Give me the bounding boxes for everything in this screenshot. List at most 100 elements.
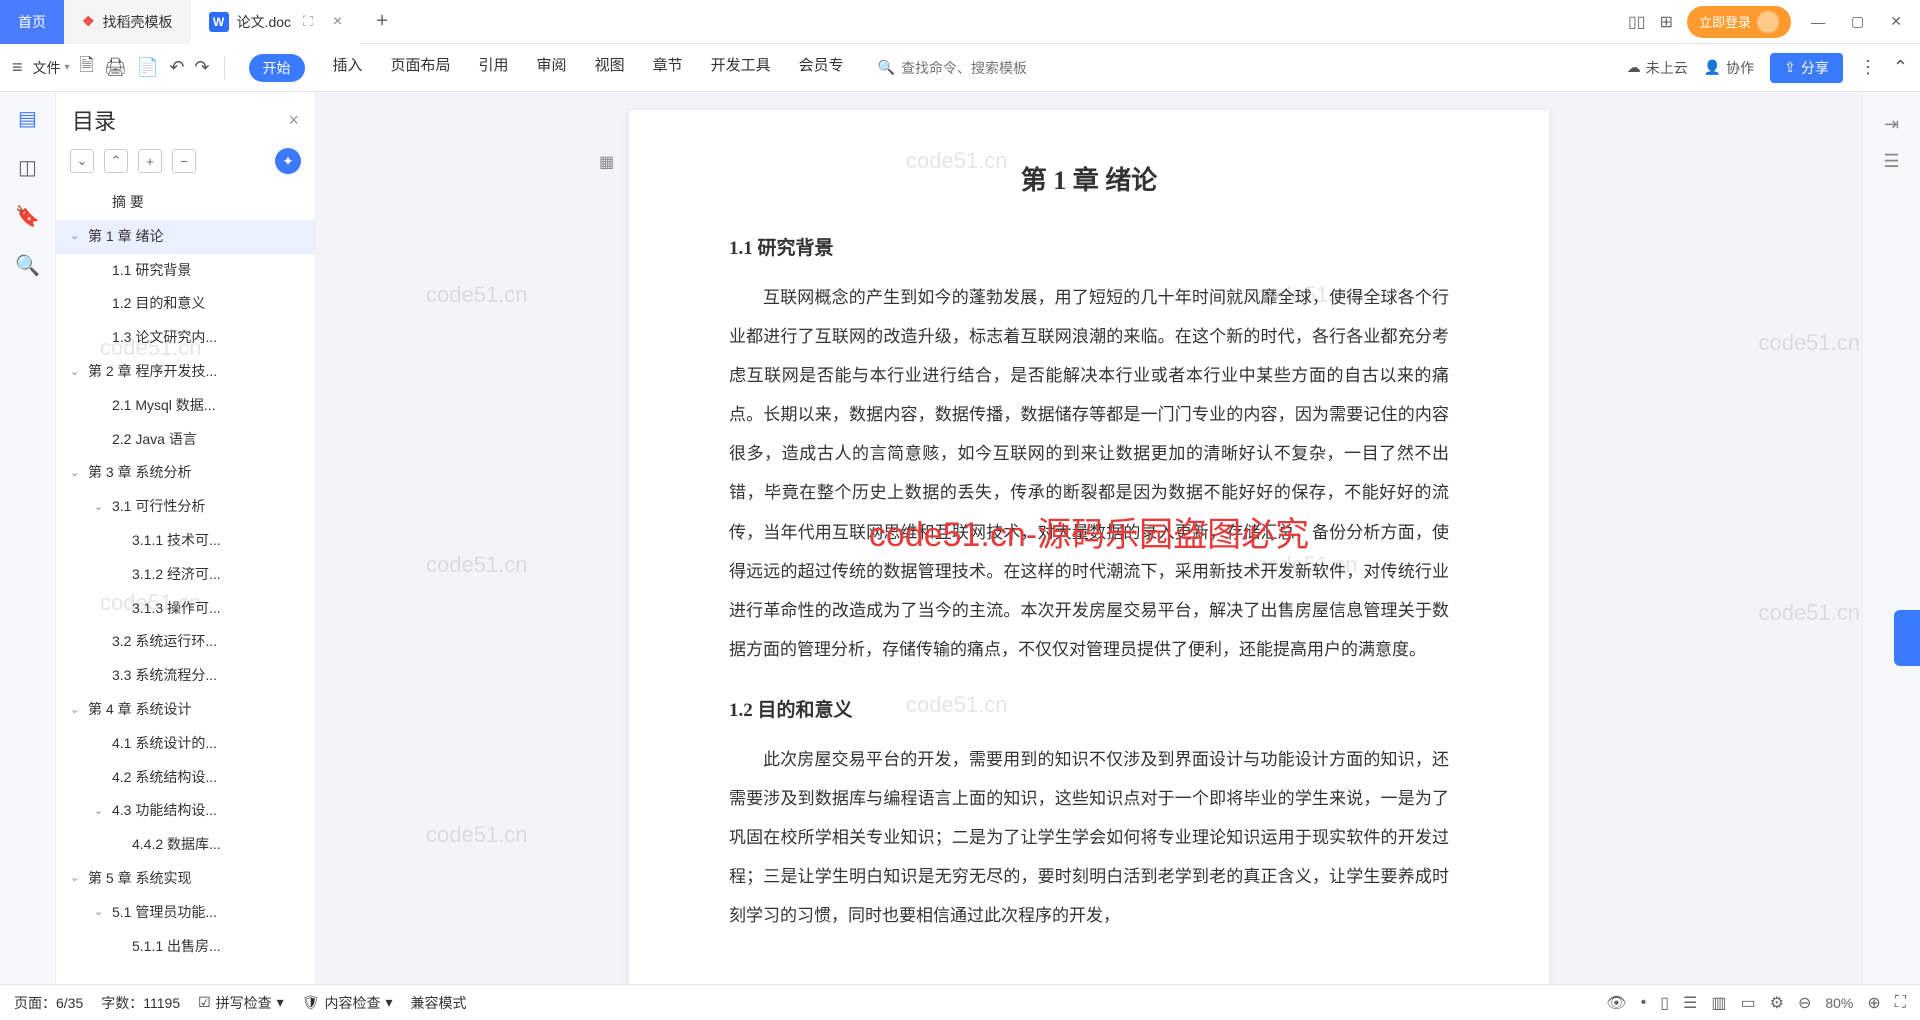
ribbon-tab-review[interactable]: 审阅	[537, 54, 567, 82]
collab-button[interactable]: 👤协作	[1704, 58, 1754, 78]
document-area[interactable]: ▦ 第 1 章 绪论 1.1 研究背景 互联网概念的产生到如今的蓬勃发展，用了短…	[316, 92, 1862, 984]
bookmark-icon[interactable]: 🔖	[15, 204, 40, 229]
outline-item[interactable]: 1.1 研究背景	[56, 254, 315, 288]
more-icon[interactable]: ⋮	[1859, 57, 1877, 78]
eye-icon[interactable]: 👁	[1606, 993, 1626, 1013]
login-label: 立即登录	[1699, 12, 1751, 31]
spellcheck-toggle[interactable]: ☑拼写检查 ▾	[198, 993, 284, 1013]
outline-item[interactable]: 4.4.2 数据库...	[56, 828, 315, 862]
page-indicator[interactable]: 页面：6/35	[14, 993, 83, 1013]
outline-item[interactable]: 1.3 论文研究内...	[56, 321, 315, 355]
save-icon[interactable]: 🗎	[80, 53, 94, 83]
share-button[interactable]: ⇪分享	[1770, 53, 1843, 83]
person-icon: 👤	[1704, 59, 1721, 76]
list-icon[interactable]: ☰	[1875, 143, 1907, 180]
heading-2: 1.2 目的和意义	[729, 695, 1449, 722]
search-input[interactable]	[901, 60, 1101, 76]
collapse-icon[interactable]: ⌃	[1893, 57, 1908, 78]
ribbon-tab-view[interactable]: 视图	[595, 54, 625, 82]
outline-icon[interactable]: ▤	[18, 106, 37, 131]
outline-item[interactable]: ⌄第 3 章 系统分析	[56, 456, 315, 490]
ai-icon[interactable]: ✦	[275, 148, 301, 174]
hamburger-icon[interactable]: ≡	[12, 57, 23, 78]
apps-icon[interactable]: ⊞	[1660, 12, 1673, 32]
feedback-tab[interactable]	[1894, 610, 1920, 666]
preview-icon[interactable]: 📄	[137, 57, 159, 78]
reader-icon[interactable]: ▯▯	[1628, 12, 1646, 32]
outline-item[interactable]: ⌄第 2 章 程序开发技...	[56, 355, 315, 389]
outline-item[interactable]: 2.2 Java 语言	[56, 423, 315, 457]
close-icon[interactable]: ×	[288, 110, 299, 131]
command-search[interactable]: 🔍	[878, 59, 1617, 76]
expand-all-icon[interactable]: ⌃	[104, 149, 128, 173]
page-view-icon[interactable]: ▯	[1660, 993, 1669, 1013]
presentation-icon[interactable]: ⛶	[303, 13, 313, 30]
file-menu[interactable]: 文件 ▾	[33, 58, 70, 78]
ribbon-tab-insert[interactable]: 插入	[333, 54, 363, 82]
outline-item[interactable]: ⌄4.3 功能结构设...	[56, 794, 315, 828]
outline-item[interactable]: 3.1.2 经济可...	[56, 558, 315, 592]
outline-item[interactable]: ⌄5.1 管理员功能...	[56, 896, 315, 930]
outline-item[interactable]: 4.1 系统设计的...	[56, 727, 315, 761]
outline-item[interactable]: 1.2 目的和意义	[56, 287, 315, 321]
check-icon: ☑	[198, 994, 211, 1011]
word-count[interactable]: 字数：11195	[101, 993, 180, 1013]
close-icon[interactable]: ×	[333, 13, 342, 31]
compat-mode[interactable]: 兼容模式	[411, 993, 467, 1013]
ribbon-tab-layout[interactable]: 页面布局	[391, 54, 451, 82]
ribbon-tab-ref[interactable]: 引用	[479, 54, 509, 82]
cloud-status[interactable]: ☁未上云	[1627, 58, 1688, 78]
collapse-all-icon[interactable]: ⌄	[70, 149, 94, 173]
dot-icon[interactable]: •	[1641, 994, 1647, 1012]
remove-icon[interactable]: −	[172, 149, 196, 173]
zoom-out-button[interactable]: ⊖	[1798, 993, 1811, 1013]
outline-view-icon[interactable]: ☰	[1683, 993, 1697, 1013]
redo-icon[interactable]: ↷	[194, 57, 209, 78]
print-icon[interactable]: 🖨	[104, 57, 127, 78]
ribbon-tab-dev[interactable]: 开发工具	[711, 54, 771, 82]
page-settings-icon[interactable]: ▦	[599, 152, 614, 172]
outline-title: 目录	[72, 104, 116, 136]
outline-item[interactable]: ⌄第 4 章 系统设计	[56, 693, 315, 727]
outline-item[interactable]: ⌄3.1 可行性分析	[56, 490, 315, 524]
outline-item[interactable]: 4.2 系统结构设...	[56, 761, 315, 795]
new-tab-button[interactable]: +	[360, 0, 404, 44]
outline-item[interactable]: 3.3 系统流程分...	[56, 659, 315, 693]
read-view-icon[interactable]: ▭	[1740, 993, 1755, 1013]
login-button[interactable]: 立即登录	[1687, 6, 1791, 38]
toggle-panel-icon[interactable]: ⇥	[1876, 106, 1907, 143]
outline-item[interactable]: 5.1.1 出售房...	[56, 930, 315, 964]
maximize-button[interactable]: ▢	[1845, 13, 1870, 30]
content-check[interactable]: 🛡内容检查 ▾	[302, 993, 393, 1013]
undo-icon[interactable]: ↶	[169, 57, 184, 78]
right-rail: ⇥ ☰	[1862, 92, 1920, 984]
outline-item[interactable]: 3.1.3 操作可...	[56, 592, 315, 626]
web-view-icon[interactable]: ▥	[1711, 993, 1726, 1013]
search-icon: 🔍	[878, 59, 895, 76]
outline-item[interactable]: 3.1.1 技术可...	[56, 524, 315, 558]
close-button[interactable]: ✕	[1884, 13, 1908, 30]
cloud-icon: ☁	[1627, 59, 1641, 76]
ribbon-tab-chapter[interactable]: 章节	[653, 54, 683, 82]
find-icon[interactable]: 🔍	[15, 253, 40, 278]
shield-icon: 🛡	[302, 994, 320, 1011]
titlebar: 首页 ❖ 找稻壳模板 W 论文.doc ⛶ × + ▯▯ ⊞ 立即登录 — ▢ …	[0, 0, 1920, 44]
tab-document[interactable]: W 论文.doc ⛶ ×	[191, 0, 361, 44]
zoom-level[interactable]: 80%	[1825, 995, 1853, 1011]
box-icon[interactable]: ◫	[18, 155, 37, 180]
zoom-in-button[interactable]: ⊕	[1867, 993, 1880, 1013]
outline-item[interactable]: ⌄第 5 章 系统实现	[56, 862, 315, 896]
minimize-button[interactable]: —	[1805, 14, 1831, 30]
tab-home[interactable]: 首页	[0, 0, 64, 44]
zoom-settings-icon[interactable]: ⚙	[1770, 993, 1784, 1013]
outline-item[interactable]: 2.1 Mysql 数据...	[56, 389, 315, 423]
fullscreen-icon[interactable]: ⛶	[1895, 994, 1906, 1012]
outline-item[interactable]: 摘 要	[56, 186, 315, 220]
tab-templates[interactable]: ❖ 找稻壳模板	[64, 0, 191, 44]
outline-item[interactable]: ⌄第 1 章 绪论	[56, 220, 315, 254]
outline-list: 摘 要⌄第 1 章 绪论1.1 研究背景1.2 目的和意义1.3 论文研究内..…	[56, 182, 315, 984]
ribbon-tab-member[interactable]: 会员专	[799, 54, 844, 82]
add-icon[interactable]: +	[138, 149, 162, 173]
ribbon-tab-start[interactable]: 开始	[249, 54, 305, 82]
outline-item[interactable]: 3.2 系统运行环...	[56, 625, 315, 659]
